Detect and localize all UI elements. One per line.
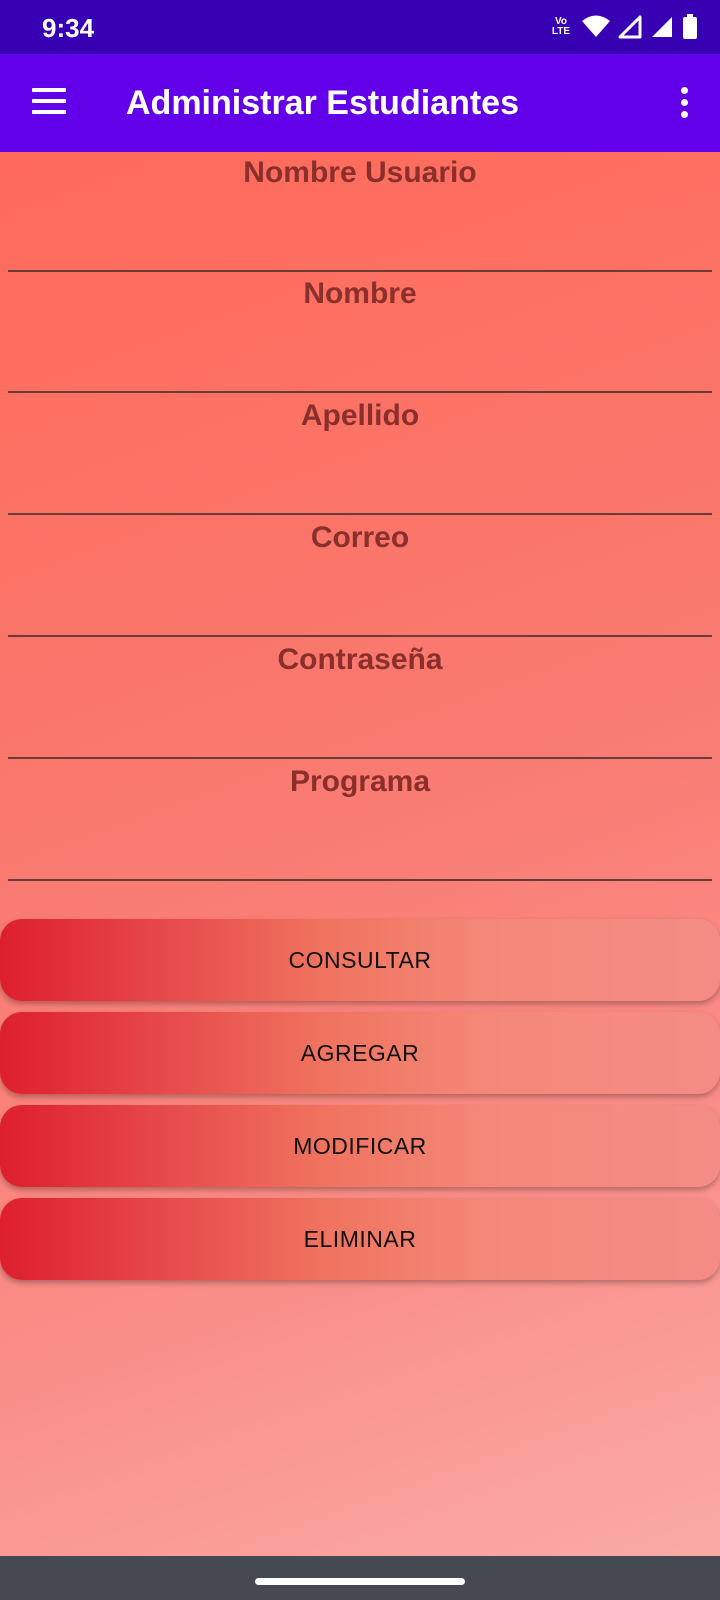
- correo-field[interactable]: Correo: [8, 517, 712, 637]
- battery-icon: [683, 14, 697, 39]
- consultar-button[interactable]: CONSULTAR: [0, 919, 720, 1001]
- contrasena-label: Contraseña: [277, 643, 443, 676]
- eliminar-button-label: ELIMINAR: [303, 1225, 417, 1252]
- wifi-icon: [582, 15, 610, 37]
- main-content: Nombre Usuario Nombre Apellido Correo Co…: [0, 152, 720, 1556]
- home-gesture-handle[interactable]: [255, 1578, 465, 1585]
- nombre-field[interactable]: Nombre: [8, 273, 712, 393]
- volte-icon: Vo LTE: [548, 17, 574, 37]
- status-icons: Vo LTE: [548, 12, 698, 42]
- status-time: 9:34: [42, 13, 95, 43]
- modificar-button-label: MODIFICAR: [293, 1132, 427, 1159]
- agregar-button-label: AGREGAR: [300, 1039, 420, 1066]
- status-bar: 9:34 Vo LTE: [0, 0, 720, 54]
- app-bar: Administrar Estudiantes: [0, 54, 720, 152]
- apellido-field[interactable]: Apellido: [8, 395, 712, 515]
- correo-label: Correo: [310, 521, 410, 554]
- volte-line2: LTE: [551, 26, 571, 37]
- consultar-button-label: CONSULTAR: [288, 946, 432, 973]
- modificar-button[interactable]: MODIFICAR: [0, 1105, 720, 1187]
- apellido-label: Apellido: [300, 399, 420, 432]
- overflow-menu-icon[interactable]: [678, 87, 690, 119]
- signal-icon: [618, 15, 642, 39]
- programa-field[interactable]: Programa: [8, 761, 712, 881]
- page-title: Administrar Estudiantes: [126, 84, 519, 122]
- agregar-button[interactable]: AGREGAR: [0, 1012, 720, 1094]
- programa-label: Programa: [289, 765, 431, 798]
- signal-icon: [652, 17, 672, 37]
- menu-icon[interactable]: [32, 88, 66, 116]
- eliminar-button[interactable]: ELIMINAR: [0, 1198, 720, 1280]
- nombre-label: Nombre: [303, 277, 417, 310]
- nombre-usuario-label: Nombre Usuario: [243, 156, 477, 189]
- contrasena-field[interactable]: Contraseña: [8, 639, 712, 759]
- nombre-usuario-field[interactable]: Nombre Usuario: [8, 152, 712, 272]
- navigation-bar: [0, 1556, 720, 1600]
